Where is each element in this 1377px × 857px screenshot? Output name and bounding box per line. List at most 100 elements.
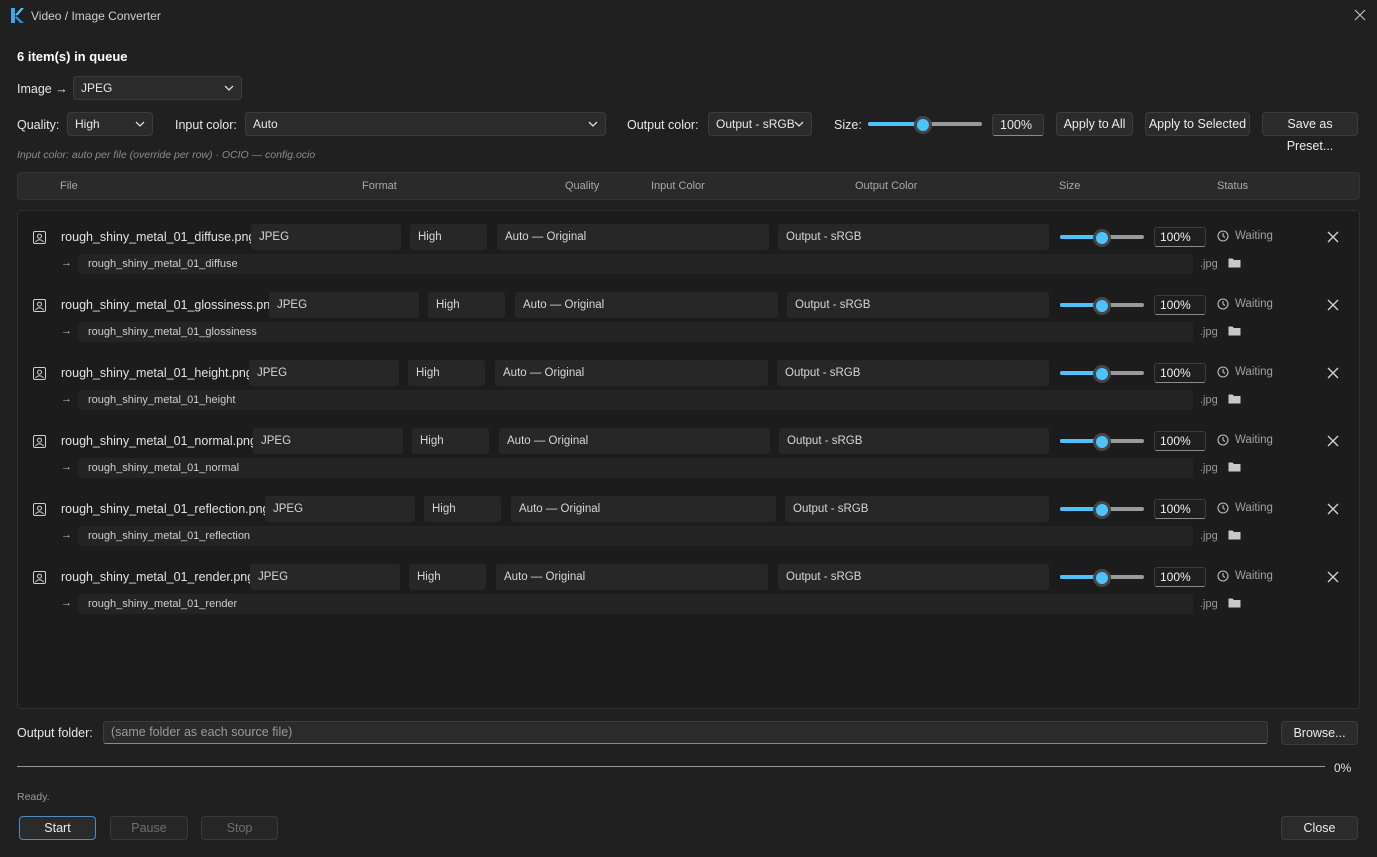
row-size-input[interactable]: 100% xyxy=(1154,431,1206,451)
quality-select[interactable]: High xyxy=(67,112,153,136)
folder-icon[interactable] xyxy=(1228,597,1241,608)
progress-bar xyxy=(17,766,1325,767)
output-color-label: Output color: xyxy=(627,118,699,132)
row-output-color-cell[interactable]: Output - sRGB xyxy=(779,428,1049,454)
folder-icon[interactable] xyxy=(1228,529,1241,540)
row-output-extension: .jpg xyxy=(1200,326,1218,338)
ocio-hint: Input color: auto per file (override per… xyxy=(17,149,316,161)
arrow-right-icon: → xyxy=(61,325,72,337)
row-output-name-input[interactable]: rough_shiny_metal_01_glossiness xyxy=(78,322,1193,342)
apply-to-all-button[interactable]: Apply to All xyxy=(1056,112,1133,136)
remove-row-icon[interactable] xyxy=(1326,230,1340,244)
row-input-color-cell[interactable]: Auto — Original xyxy=(511,496,776,522)
row-format-cell[interactable]: JPEG xyxy=(269,292,419,318)
image-format-select[interactable]: JPEG xyxy=(73,76,242,100)
row-size-slider-thumb[interactable] xyxy=(1093,365,1111,383)
row-size-slider-thumb[interactable] xyxy=(1093,569,1111,587)
clock-icon xyxy=(1217,434,1229,446)
start-button[interactable]: Start xyxy=(19,816,96,840)
arrow-right-icon: → xyxy=(61,393,72,405)
row-size-slider-thumb[interactable] xyxy=(1093,433,1111,451)
apply-to-selected-button[interactable]: Apply to Selected xyxy=(1145,112,1250,136)
row-size-slider-thumb[interactable] xyxy=(1093,229,1111,247)
column-header-input-color: Input Color xyxy=(651,180,705,192)
row-size-input[interactable]: 100% xyxy=(1154,363,1206,383)
row-size-input[interactable]: 100% xyxy=(1154,227,1206,247)
size-slider-thumb[interactable] xyxy=(914,116,932,134)
row-output-extension: .jpg xyxy=(1200,598,1218,610)
row-quality-cell[interactable]: High xyxy=(412,428,489,454)
folder-icon[interactable] xyxy=(1228,461,1241,472)
row-format-cell[interactable]: JPEG xyxy=(265,496,415,522)
row-input-color-cell[interactable]: Auto — Original xyxy=(515,292,778,318)
row-quality-cell[interactable]: High xyxy=(409,564,486,590)
row-format-cell[interactable]: JPEG xyxy=(250,564,400,590)
output-folder-input[interactable]: (same folder as each source file) xyxy=(103,721,1268,744)
row-format-cell[interactable]: JPEG xyxy=(251,224,401,250)
folder-icon[interactable] xyxy=(1228,393,1241,404)
row-size-slider-thumb[interactable] xyxy=(1093,501,1111,519)
image-file-icon xyxy=(33,231,46,244)
row-size-input[interactable]: 100% xyxy=(1154,295,1206,315)
row-quality-cell[interactable]: High xyxy=(428,292,505,318)
save-as-preset-button[interactable]: Save as Preset... xyxy=(1262,112,1358,153)
remove-row-icon[interactable] xyxy=(1326,298,1340,312)
remove-row-icon[interactable] xyxy=(1326,434,1340,448)
image-file-icon xyxy=(33,571,46,584)
row-status: Waiting xyxy=(1235,502,1273,514)
remove-row-icon[interactable] xyxy=(1326,570,1340,584)
row-output-name-input[interactable]: rough_shiny_metal_01_normal xyxy=(78,458,1193,478)
row-output-color-cell[interactable]: Output - sRGB xyxy=(778,224,1049,250)
folder-icon[interactable] xyxy=(1228,257,1241,268)
size-label: Size: xyxy=(834,118,862,132)
row-input-color-cell[interactable]: Auto — Original xyxy=(496,564,768,590)
row-quality-cell[interactable]: High xyxy=(408,360,485,386)
arrow-right-icon: → xyxy=(61,461,72,473)
row-output-color-cell[interactable]: Output - sRGB xyxy=(787,292,1049,318)
column-header-size: Size xyxy=(1059,180,1081,192)
pause-button[interactable]: Pause xyxy=(110,816,188,840)
clock-icon xyxy=(1217,366,1229,378)
input-color-select[interactable]: Auto xyxy=(245,112,606,136)
row-output-extension: .jpg xyxy=(1200,530,1218,542)
row-format-cell[interactable]: JPEG xyxy=(249,360,399,386)
row-input-color-cell[interactable]: Auto — Original xyxy=(495,360,768,386)
row-size-input[interactable]: 100% xyxy=(1154,499,1206,519)
row-file-name: rough_shiny_metal_01_render.png xyxy=(61,570,255,584)
row-output-color-cell[interactable]: Output - sRGB xyxy=(777,360,1049,386)
close-button[interactable]: Close xyxy=(1281,816,1358,840)
row-output-color-cell[interactable]: Output - sRGB xyxy=(785,496,1049,522)
arrow-right-icon: → xyxy=(61,529,72,541)
size-percent-input[interactable]: 100% xyxy=(992,114,1044,136)
stop-button[interactable]: Stop xyxy=(201,816,278,840)
input-color-value: Auto xyxy=(253,117,278,131)
row-input-color-cell[interactable]: Auto — Original xyxy=(499,428,770,454)
row-output-name-input[interactable]: rough_shiny_metal_01_render xyxy=(78,594,1193,614)
row-input-color-cell[interactable]: Auto — Original xyxy=(497,224,769,250)
row-file-name: rough_shiny_metal_01_reflection.png xyxy=(61,502,270,516)
output-color-select[interactable]: Output - sRGB xyxy=(708,112,812,136)
row-quality-cell[interactable]: High xyxy=(424,496,501,522)
row-output-name-input[interactable]: rough_shiny_metal_01_reflection xyxy=(78,526,1193,546)
row-quality-cell[interactable]: High xyxy=(410,224,487,250)
title-bar xyxy=(0,0,1377,32)
row-file-name: rough_shiny_metal_01_diffuse.png xyxy=(61,230,256,244)
window-close-icon[interactable] xyxy=(1352,7,1368,23)
progress-percent: 0% xyxy=(1334,761,1352,775)
chevron-down-icon xyxy=(794,121,804,127)
row-output-name-input[interactable]: rough_shiny_metal_01_height xyxy=(78,390,1193,410)
row-status: Waiting xyxy=(1235,570,1273,582)
queue-count-title: 6 item(s) in queue xyxy=(17,49,128,64)
remove-row-icon[interactable] xyxy=(1326,502,1340,516)
folder-icon[interactable] xyxy=(1228,325,1241,336)
row-output-color-cell[interactable]: Output - sRGB xyxy=(778,564,1049,590)
row-output-name-input[interactable]: rough_shiny_metal_01_diffuse xyxy=(78,254,1193,274)
remove-row-icon[interactable] xyxy=(1326,366,1340,380)
browse-button[interactable]: Browse... xyxy=(1281,721,1358,745)
row-size-input[interactable]: 100% xyxy=(1154,567,1206,587)
row-output-extension: .jpg xyxy=(1200,462,1218,474)
column-header-format: Format xyxy=(362,180,397,192)
row-size-slider-thumb[interactable] xyxy=(1093,297,1111,315)
row-format-cell[interactable]: JPEG xyxy=(253,428,403,454)
image-file-icon xyxy=(33,367,46,380)
